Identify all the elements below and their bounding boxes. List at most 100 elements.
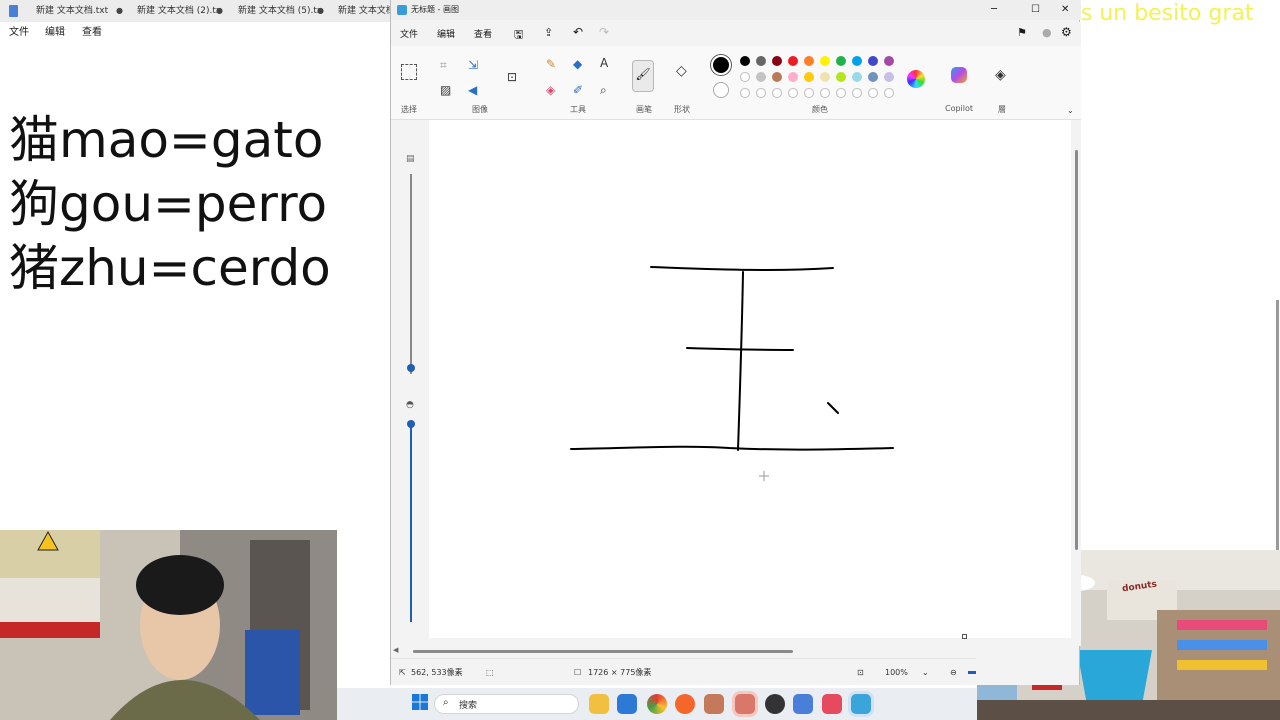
zoom-slider-thumb[interactable] [968,671,976,674]
color-swatch[interactable] [868,56,878,66]
fit-window-icon[interactable]: ⊡ [857,659,864,686]
maximize-icon[interactable]: ☐ [1031,0,1040,20]
paint-window: 无标题 - 画图 ─ ☐ ✕ 文件 编辑 查看 🖫 ⇪ ↶ ↷ ⚑ ● ⚙ 选择… [390,0,1081,686]
pencil-icon[interactable]: ✎ [546,57,556,71]
background-window [1080,0,1280,550]
color-swatch[interactable] [772,56,782,66]
custom-color-slot[interactable] [740,88,750,98]
crop-icon[interactable]: ⌗ [440,58,447,72]
chrome-icon[interactable] [647,694,667,714]
paint-app-icon [397,5,407,15]
menu-view[interactable]: 查看 [82,22,102,44]
custom-color-slot[interactable] [804,88,814,98]
color-swatch[interactable] [804,72,814,82]
save-icon[interactable]: 🖫 [514,26,523,45]
primary-color[interactable] [711,55,731,75]
paint-menu-edit[interactable]: 编辑 [437,27,455,40]
settings-icon[interactable]: ⚙ [1061,25,1072,39]
notepad-tab-2[interactable]: 新建 文本文档 (2).tx [137,0,221,22]
snipping-tool-icon[interactable] [822,694,842,714]
notepad-tab-1[interactable]: 新建 文本文档.txt [36,0,108,22]
paint-menu-file[interactable]: 文件 [400,27,418,40]
taskbar-search[interactable]: ⌕ 搜索 [434,694,579,714]
custom-color-slot[interactable] [836,88,846,98]
color-swatch[interactable] [836,56,846,66]
color-picker-icon[interactable]: ✐ [573,83,583,97]
resize-icon[interactable]: ⇲ [468,58,478,72]
slider-thumb[interactable] [407,364,415,372]
scroll-left-icon[interactable]: ◀ [393,646,398,654]
app-avatar-2-icon[interactable] [735,694,755,714]
color-swatch[interactable] [740,56,750,66]
paint-icon[interactable] [851,694,871,714]
color-swatch[interactable] [884,72,894,82]
group-label-shapes: 形状 [674,105,690,114]
feedback-icon[interactable]: ⚑ [1017,26,1027,39]
notepad-tab-3[interactable]: 新建 文本文档 (5).tx [238,0,322,22]
rotate-icon[interactable]: ◀ [468,83,477,97]
image-search-icon[interactable]: ⊡ [507,70,517,84]
custom-color-slot[interactable] [868,88,878,98]
vertical-scrollbar[interactable] [1075,150,1078,550]
minimize-icon[interactable]: ─ [991,0,997,20]
horizontal-scrollbar[interactable] [413,650,793,653]
custom-color-slot[interactable] [884,88,894,98]
menu-file[interactable]: 文件 [9,22,29,44]
account-icon[interactable]: ● [1042,26,1052,39]
select-tool-icon[interactable] [401,64,417,80]
custom-color-slot[interactable] [772,88,782,98]
color-swatch[interactable] [868,72,878,82]
close-icon[interactable]: ✕ [1061,0,1069,20]
color-swatch[interactable] [820,56,830,66]
zoom-dropdown-icon[interactable]: ⌄ [922,659,929,686]
color-swatch[interactable] [820,72,830,82]
color-swatch[interactable] [852,56,862,66]
custom-color-slot[interactable] [788,88,798,98]
undo-icon[interactable]: ↶ [573,25,583,39]
redo-icon[interactable]: ↷ [599,25,609,39]
custom-color-slot[interactable] [820,88,830,98]
color-swatch[interactable] [756,56,766,66]
notepad-tab-4[interactable]: 新建 文本文档 [338,0,395,22]
windows-start-icon[interactable] [410,694,430,714]
custom-color-slot[interactable] [756,88,766,98]
fill-icon[interactable]: ◆ [573,57,582,71]
color-swatch[interactable] [756,72,766,82]
color-swatch[interactable] [788,56,798,66]
drawing-canvas[interactable] [429,120,1071,638]
menu-edit[interactable]: 编辑 [45,22,65,44]
background-removal-icon[interactable]: ▨ [440,83,451,97]
copilot-icon[interactable] [951,67,967,83]
eraser-icon[interactable]: ◈ [546,83,555,97]
custom-color-slot[interactable] [852,88,862,98]
edit-colors-icon[interactable] [907,70,925,88]
color-swatch[interactable] [772,72,782,82]
shapes-icon[interactable]: ◇ [676,64,687,78]
paint-menu-view[interactable]: 查看 [474,27,492,40]
scrollbar[interactable] [1276,300,1279,550]
resize-handle-icon[interactable] [962,634,967,639]
canvas-size: 1726 × 775像素 [588,668,652,677]
color-swatch[interactable] [740,72,750,82]
magnifier-icon[interactable]: ⌕ [600,83,607,97]
color-swatch[interactable] [884,56,894,66]
secondary-color[interactable] [713,82,729,98]
app-avatar-icon[interactable] [704,694,724,714]
zoom-level[interactable]: 100% [885,659,908,686]
color-swatch[interactable] [788,72,798,82]
color-swatch[interactable] [852,72,862,82]
color-swatch[interactable] [836,72,846,82]
text-icon[interactable]: A [600,56,608,70]
layers-icon[interactable]: ◈ [995,68,1006,82]
notepad-icon[interactable] [793,694,813,714]
obs-icon[interactable] [765,694,785,714]
store-icon[interactable] [617,694,637,714]
firefox-icon[interactable] [675,694,695,714]
zoom-out-icon[interactable]: ⊖ [950,659,957,686]
share-icon[interactable]: ⇪ [544,26,553,39]
brush-icon[interactable]: 🖌 [632,60,654,92]
file-explorer-icon[interactable] [589,694,609,714]
ribbon-expand-icon[interactable]: ⌄ [1067,104,1074,118]
notepad-text-area[interactable]: 猫mao=gato 狗gou=perro 猪zhu=cerdo [0,44,390,530]
color-swatch[interactable] [804,56,814,66]
